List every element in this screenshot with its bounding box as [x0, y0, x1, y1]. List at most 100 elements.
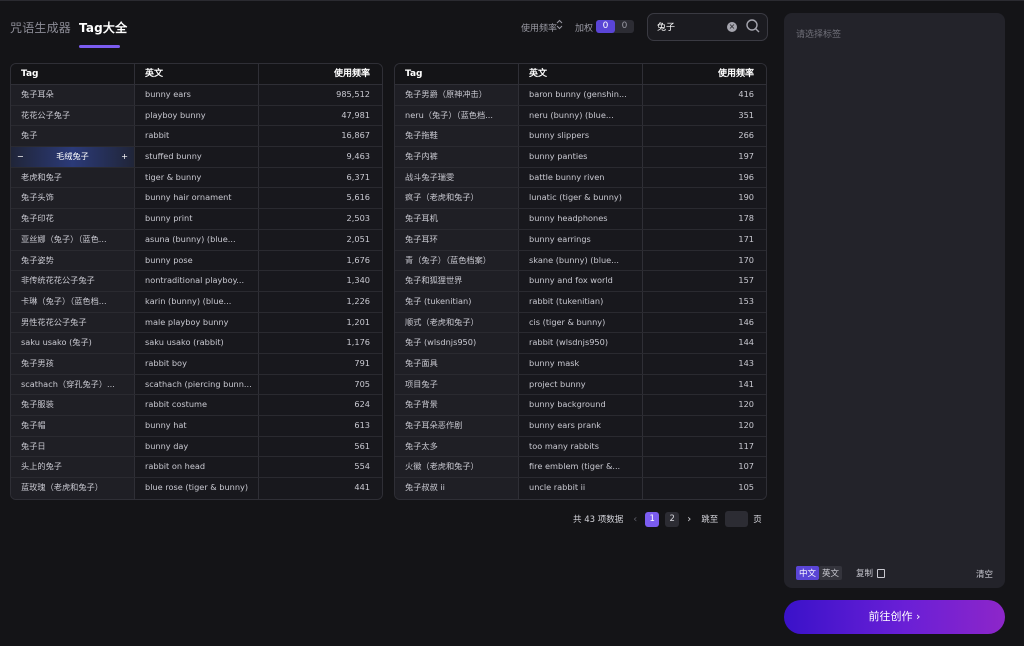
table-row[interactable]: 兔子内裤 bunny panties 197 [395, 147, 766, 168]
tag-cell[interactable]: 兔子男爵（原神冲击） [395, 85, 519, 105]
tag-cell[interactable]: 战斗兔子瑞雯 [395, 167, 519, 188]
selected-tags-panel[interactable]: 请选择标签 中文 英文 复制 清空 [784, 13, 1005, 588]
table-row[interactable]: neru（兔子）（蓝色档... neru (bunny) (blue... 351 [395, 105, 766, 127]
table-row[interactable]: 花花公子兔子 playboy bunny 47,981 [11, 105, 382, 127]
tag-cell[interactable]: 兔子头饰 [11, 188, 135, 209]
table-row[interactable]: 蓝玫瑰（老虎和兔子） blue rose (tiger & bunny) 441 [11, 478, 382, 499]
table-row[interactable]: 兔子背景 bunny background 120 [395, 395, 766, 416]
tag-cell[interactable]: − 毛绒兔子 + [11, 147, 135, 167]
tag-cell[interactable]: 花花公子兔子 [11, 105, 135, 126]
page-2-button[interactable]: 2 [665, 511, 680, 527]
lang-chinese-button[interactable]: 中文 [796, 566, 820, 580]
tag-cell[interactable]: 兔子 (wlsdnjs950) [395, 333, 519, 353]
table-row[interactable]: 兔子和狐狸世界 bunny and fox world 157 [395, 271, 766, 292]
table-row[interactable]: 老虎和兔子 tiger & bunny 6,371 [11, 167, 382, 189]
add-tag-icon[interactable]: + [121, 147, 128, 167]
language-toggle[interactable]: 中文 英文 [796, 566, 843, 580]
table-row[interactable]: 青（兔子）（蓝色档案） skane (bunny) (blue... 170 [395, 250, 766, 272]
tag-cell[interactable]: 顺式（老虎和兔子） [395, 312, 519, 333]
tag-cell[interactable]: neru（兔子）（蓝色档... [395, 105, 519, 126]
sort-by-frequency-label[interactable]: 使用频率 [521, 21, 557, 34]
tag-cell[interactable]: 兔子 (tukenitian) [395, 291, 519, 312]
table-row[interactable]: 兔子拖鞋 bunny slippers 266 [395, 126, 766, 148]
table-row[interactable]: 兔子 (wlsdnjs950) rabbit (wlsdnjs950) 144 [395, 333, 766, 354]
tag-cell[interactable]: 非传统花花公子兔子 [11, 271, 135, 291]
go-create-button[interactable]: 前往创作 › [784, 600, 1005, 634]
search-icon[interactable] [745, 18, 761, 37]
table-row[interactable]: 兔子耳机 bunny headphones 178 [395, 209, 766, 230]
lang-english-button[interactable]: 英文 [819, 566, 843, 580]
tag-cell[interactable]: 兔子耳机 [395, 209, 519, 229]
tag-cell[interactable]: 兔子内裤 [395, 147, 519, 167]
table-row[interactable]: scathach（穿孔兔子）... scathach (piercing bunn… [11, 374, 382, 396]
tag-cell[interactable]: 兔子印花 [11, 209, 135, 229]
table-row[interactable]: 男性花花公子兔子 male playboy bunny 1,201 [11, 312, 382, 334]
tag-cell[interactable]: 兔子耳朵恶作剧 [395, 416, 519, 436]
table-row[interactable]: − 毛绒兔子 + stuffed bunny 9,463 [11, 147, 382, 168]
tag-cell[interactable]: 青（兔子）（蓝色档案） [395, 250, 519, 271]
tag-cell[interactable]: 兔子和狐狸世界 [395, 271, 519, 291]
clear-search-icon[interactable]: × [727, 22, 737, 32]
table-row[interactable]: 兔子服装 rabbit costume 624 [11, 395, 382, 416]
tag-cell[interactable]: 头上的兔子 [11, 457, 135, 478]
tag-cell[interactable]: scathach（穿孔兔子）... [11, 374, 135, 395]
table-row[interactable]: 兔子姿势 bunny pose 1,676 [11, 250, 382, 272]
tag-cell[interactable]: 兔子帽 [11, 416, 135, 436]
clear-button[interactable]: 清空 [976, 568, 993, 580]
tag-cell[interactable]: 兔子服装 [11, 395, 135, 415]
tag-cell[interactable]: 男性花花公子兔子 [11, 312, 135, 333]
table-row[interactable]: 兔子耳环 bunny earrings 171 [395, 229, 766, 251]
tag-cell[interactable]: 兔子耳环 [395, 229, 519, 250]
table-row[interactable]: 亚丝娜（兔子）（蓝色... asuna (bunny) (blue... 2,051 [11, 229, 382, 251]
tag-cell[interactable]: 兔子耳朵 [11, 85, 135, 105]
table-row[interactable]: 头上的兔子 rabbit on head 554 [11, 457, 382, 479]
table-row[interactable]: 项目兔子 project bunny 141 [395, 374, 766, 396]
remove-tag-icon[interactable]: − [17, 147, 24, 167]
table-row[interactable]: 兔子耳朵恶作剧 bunny ears prank 120 [395, 416, 766, 437]
tag-cell[interactable]: 兔子拖鞋 [395, 126, 519, 147]
table-row[interactable]: 兔子 rabbit 16,867 [11, 126, 382, 148]
tag-cell[interactable]: 卡琳（兔子）（蓝色档... [11, 291, 135, 312]
table-row[interactable]: 兔子印花 bunny print 2,503 [11, 209, 382, 230]
table-row[interactable]: 兔子 (tukenitian) rabbit (tukenitian) 153 [395, 291, 766, 313]
tag-cell[interactable]: 兔子姿势 [11, 250, 135, 271]
table-row[interactable]: 兔子男孩 rabbit boy 791 [11, 353, 382, 375]
weight-toggle-on[interactable]: 0 [596, 20, 615, 33]
tag-cell[interactable]: 亚丝娜（兔子）（蓝色... [11, 229, 135, 250]
tag-cell[interactable]: 蓝玫瑰（老虎和兔子） [11, 478, 135, 499]
table-row[interactable]: 战斗兔子瑞雯 battle bunny riven 196 [395, 167, 766, 189]
table-row[interactable]: 兔子男爵（原神冲击） baron bunny (genshin... 416 [395, 85, 766, 106]
tag-cell[interactable]: 兔子背景 [395, 395, 519, 415]
tab-tag-library[interactable]: Tag大全 [79, 19, 127, 36]
copy-button[interactable]: 复制 [856, 567, 886, 579]
tag-cell[interactable]: 兔子日 [11, 436, 135, 457]
weight-toggle[interactable]: 0 0 [596, 20, 634, 33]
tab-spell-generator[interactable]: 咒语生成器 [10, 19, 71, 36]
tag-cell[interactable]: saku usako (兔子) [11, 333, 135, 353]
table-row[interactable]: 疯子（老虎和兔子） lunatic (tiger & bunny) 190 [395, 188, 766, 210]
weight-toggle-off[interactable]: 0 [615, 20, 634, 33]
table-row[interactable]: 兔子头饰 bunny hair ornament 5,616 [11, 188, 382, 210]
prev-page-icon[interactable]: ‹ [633, 514, 637, 525]
table-row[interactable]: 非传统花花公子兔子 nontraditional playboy... 1,340 [11, 271, 382, 292]
tag-cell[interactable]: 兔子叔叔 ii [395, 478, 519, 499]
table-row[interactable]: 兔子帽 bunny hat 613 [11, 416, 382, 437]
table-row[interactable]: 兔子太多 too many rabbits 117 [395, 436, 766, 458]
tag-cell[interactable]: 项目兔子 [395, 374, 519, 395]
table-row[interactable]: saku usako (兔子) saku usako (rabbit) 1,176 [11, 333, 382, 354]
tag-cell[interactable]: 疯子（老虎和兔子） [395, 188, 519, 209]
tag-cell[interactable]: 火徽（老虎和兔子） [395, 457, 519, 478]
search-input[interactable] [657, 21, 727, 31]
table-row[interactable]: 兔子耳朵 bunny ears 985,512 [11, 85, 382, 106]
goto-page-input[interactable] [725, 511, 749, 527]
table-row[interactable]: 兔子叔叔 ii uncle rabbit ii 105 [395, 478, 766, 499]
tag-cell[interactable]: 兔子太多 [395, 436, 519, 457]
tag-cell[interactable]: 兔子 [11, 126, 135, 147]
page-1-button[interactable]: 1 [645, 511, 660, 527]
table-row[interactable]: 火徽（老虎和兔子） fire emblem (tiger &... 107 [395, 457, 766, 479]
tag-cell[interactable]: 兔子面具 [395, 353, 519, 374]
table-row[interactable]: 兔子面具 bunny mask 143 [395, 353, 766, 375]
sort-arrows-icon[interactable] [556, 19, 564, 31]
table-row[interactable]: 兔子日 bunny day 561 [11, 436, 382, 458]
next-page-icon[interactable]: › [687, 514, 691, 525]
